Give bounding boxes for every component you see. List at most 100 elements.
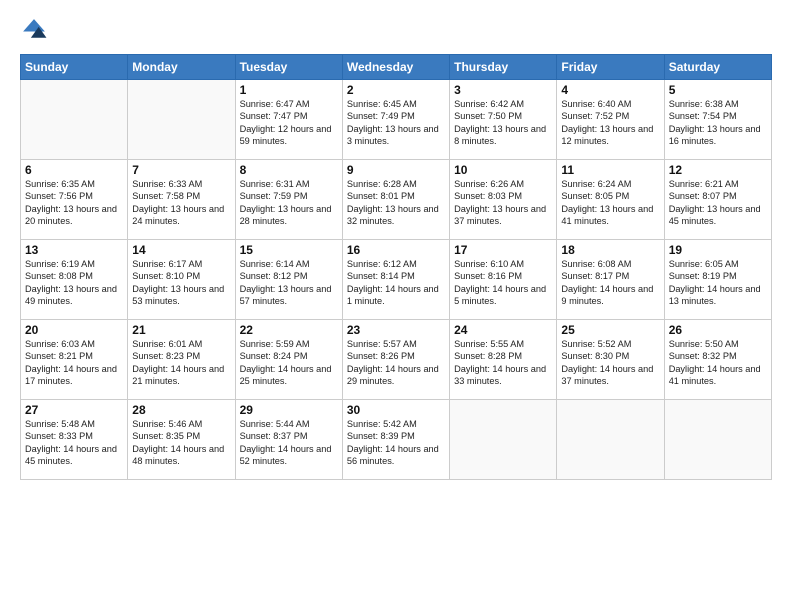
calendar-week-row: 13Sunrise: 6:19 AM Sunset: 8:08 PM Dayli…	[21, 240, 772, 320]
day-number: 29	[240, 403, 338, 417]
day-info: Sunrise: 5:42 AM Sunset: 8:39 PM Dayligh…	[347, 418, 445, 468]
calendar-cell: 18Sunrise: 6:08 AM Sunset: 8:17 PM Dayli…	[557, 240, 664, 320]
day-info: Sunrise: 5:44 AM Sunset: 8:37 PM Dayligh…	[240, 418, 338, 468]
day-info: Sunrise: 6:26 AM Sunset: 8:03 PM Dayligh…	[454, 178, 552, 228]
calendar-cell: 26Sunrise: 5:50 AM Sunset: 8:32 PM Dayli…	[664, 320, 771, 400]
calendar-cell: 10Sunrise: 6:26 AM Sunset: 8:03 PM Dayli…	[450, 160, 557, 240]
day-info: Sunrise: 6:14 AM Sunset: 8:12 PM Dayligh…	[240, 258, 338, 308]
calendar-cell: 11Sunrise: 6:24 AM Sunset: 8:05 PM Dayli…	[557, 160, 664, 240]
calendar-cell	[557, 400, 664, 480]
calendar-cell: 2Sunrise: 6:45 AM Sunset: 7:49 PM Daylig…	[342, 80, 449, 160]
calendar-weekday: Friday	[557, 55, 664, 80]
day-info: Sunrise: 6:05 AM Sunset: 8:19 PM Dayligh…	[669, 258, 767, 308]
day-number: 14	[132, 243, 230, 257]
day-number: 2	[347, 83, 445, 97]
day-info: Sunrise: 6:21 AM Sunset: 8:07 PM Dayligh…	[669, 178, 767, 228]
day-number: 11	[561, 163, 659, 177]
calendar-week-row: 27Sunrise: 5:48 AM Sunset: 8:33 PM Dayli…	[21, 400, 772, 480]
calendar-cell: 5Sunrise: 6:38 AM Sunset: 7:54 PM Daylig…	[664, 80, 771, 160]
day-number: 7	[132, 163, 230, 177]
day-number: 24	[454, 323, 552, 337]
day-info: Sunrise: 6:19 AM Sunset: 8:08 PM Dayligh…	[25, 258, 123, 308]
day-number: 22	[240, 323, 338, 337]
day-info: Sunrise: 6:08 AM Sunset: 8:17 PM Dayligh…	[561, 258, 659, 308]
calendar-cell	[128, 80, 235, 160]
calendar-cell: 7Sunrise: 6:33 AM Sunset: 7:58 PM Daylig…	[128, 160, 235, 240]
day-info: Sunrise: 6:01 AM Sunset: 8:23 PM Dayligh…	[132, 338, 230, 388]
day-number: 25	[561, 323, 659, 337]
calendar-weekday: Wednesday	[342, 55, 449, 80]
day-number: 16	[347, 243, 445, 257]
day-number: 12	[669, 163, 767, 177]
logo	[20, 16, 52, 44]
day-info: Sunrise: 6:40 AM Sunset: 7:52 PM Dayligh…	[561, 98, 659, 148]
day-info: Sunrise: 5:57 AM Sunset: 8:26 PM Dayligh…	[347, 338, 445, 388]
calendar-cell: 4Sunrise: 6:40 AM Sunset: 7:52 PM Daylig…	[557, 80, 664, 160]
calendar-weekday: Sunday	[21, 55, 128, 80]
calendar-cell: 12Sunrise: 6:21 AM Sunset: 8:07 PM Dayli…	[664, 160, 771, 240]
calendar-week-row: 20Sunrise: 6:03 AM Sunset: 8:21 PM Dayli…	[21, 320, 772, 400]
calendar-header-row: SundayMondayTuesdayWednesdayThursdayFrid…	[21, 55, 772, 80]
calendar-weekday: Monday	[128, 55, 235, 80]
calendar-cell: 9Sunrise: 6:28 AM Sunset: 8:01 PM Daylig…	[342, 160, 449, 240]
day-info: Sunrise: 6:12 AM Sunset: 8:14 PM Dayligh…	[347, 258, 445, 308]
calendar-cell: 22Sunrise: 5:59 AM Sunset: 8:24 PM Dayli…	[235, 320, 342, 400]
day-number: 28	[132, 403, 230, 417]
day-number: 26	[669, 323, 767, 337]
day-info: Sunrise: 6:45 AM Sunset: 7:49 PM Dayligh…	[347, 98, 445, 148]
day-number: 20	[25, 323, 123, 337]
day-info: Sunrise: 6:03 AM Sunset: 8:21 PM Dayligh…	[25, 338, 123, 388]
day-info: Sunrise: 5:59 AM Sunset: 8:24 PM Dayligh…	[240, 338, 338, 388]
day-info: Sunrise: 5:48 AM Sunset: 8:33 PM Dayligh…	[25, 418, 123, 468]
calendar-weekday: Saturday	[664, 55, 771, 80]
day-number: 5	[669, 83, 767, 97]
calendar-cell	[664, 400, 771, 480]
day-number: 15	[240, 243, 338, 257]
day-info: Sunrise: 6:24 AM Sunset: 8:05 PM Dayligh…	[561, 178, 659, 228]
calendar-cell	[21, 80, 128, 160]
day-number: 4	[561, 83, 659, 97]
calendar-weekday: Thursday	[450, 55, 557, 80]
calendar-cell: 29Sunrise: 5:44 AM Sunset: 8:37 PM Dayli…	[235, 400, 342, 480]
page: SundayMondayTuesdayWednesdayThursdayFrid…	[0, 0, 792, 612]
calendar-cell: 20Sunrise: 6:03 AM Sunset: 8:21 PM Dayli…	[21, 320, 128, 400]
calendar-week-row: 1Sunrise: 6:47 AM Sunset: 7:47 PM Daylig…	[21, 80, 772, 160]
calendar-cell: 16Sunrise: 6:12 AM Sunset: 8:14 PM Dayli…	[342, 240, 449, 320]
logo-icon	[20, 16, 48, 44]
calendar-cell: 21Sunrise: 6:01 AM Sunset: 8:23 PM Dayli…	[128, 320, 235, 400]
calendar-cell: 19Sunrise: 6:05 AM Sunset: 8:19 PM Dayli…	[664, 240, 771, 320]
day-number: 23	[347, 323, 445, 337]
day-number: 8	[240, 163, 338, 177]
calendar-cell: 1Sunrise: 6:47 AM Sunset: 7:47 PM Daylig…	[235, 80, 342, 160]
calendar-cell: 24Sunrise: 5:55 AM Sunset: 8:28 PM Dayli…	[450, 320, 557, 400]
day-number: 9	[347, 163, 445, 177]
day-info: Sunrise: 6:47 AM Sunset: 7:47 PM Dayligh…	[240, 98, 338, 148]
calendar-cell: 6Sunrise: 6:35 AM Sunset: 7:56 PM Daylig…	[21, 160, 128, 240]
calendar-cell: 25Sunrise: 5:52 AM Sunset: 8:30 PM Dayli…	[557, 320, 664, 400]
day-number: 21	[132, 323, 230, 337]
day-number: 18	[561, 243, 659, 257]
day-info: Sunrise: 6:42 AM Sunset: 7:50 PM Dayligh…	[454, 98, 552, 148]
day-number: 10	[454, 163, 552, 177]
day-number: 17	[454, 243, 552, 257]
calendar-cell: 27Sunrise: 5:48 AM Sunset: 8:33 PM Dayli…	[21, 400, 128, 480]
day-info: Sunrise: 5:50 AM Sunset: 8:32 PM Dayligh…	[669, 338, 767, 388]
calendar-cell: 23Sunrise: 5:57 AM Sunset: 8:26 PM Dayli…	[342, 320, 449, 400]
day-info: Sunrise: 5:52 AM Sunset: 8:30 PM Dayligh…	[561, 338, 659, 388]
day-number: 30	[347, 403, 445, 417]
day-info: Sunrise: 6:35 AM Sunset: 7:56 PM Dayligh…	[25, 178, 123, 228]
day-number: 13	[25, 243, 123, 257]
calendar-cell: 13Sunrise: 6:19 AM Sunset: 8:08 PM Dayli…	[21, 240, 128, 320]
calendar-cell: 3Sunrise: 6:42 AM Sunset: 7:50 PM Daylig…	[450, 80, 557, 160]
calendar-cell: 17Sunrise: 6:10 AM Sunset: 8:16 PM Dayli…	[450, 240, 557, 320]
day-info: Sunrise: 5:46 AM Sunset: 8:35 PM Dayligh…	[132, 418, 230, 468]
calendar-table: SundayMondayTuesdayWednesdayThursdayFrid…	[20, 54, 772, 480]
day-number: 19	[669, 243, 767, 257]
day-number: 1	[240, 83, 338, 97]
day-info: Sunrise: 6:31 AM Sunset: 7:59 PM Dayligh…	[240, 178, 338, 228]
calendar-week-row: 6Sunrise: 6:35 AM Sunset: 7:56 PM Daylig…	[21, 160, 772, 240]
header	[20, 16, 772, 44]
day-info: Sunrise: 6:38 AM Sunset: 7:54 PM Dayligh…	[669, 98, 767, 148]
calendar-cell: 8Sunrise: 6:31 AM Sunset: 7:59 PM Daylig…	[235, 160, 342, 240]
day-info: Sunrise: 6:10 AM Sunset: 8:16 PM Dayligh…	[454, 258, 552, 308]
